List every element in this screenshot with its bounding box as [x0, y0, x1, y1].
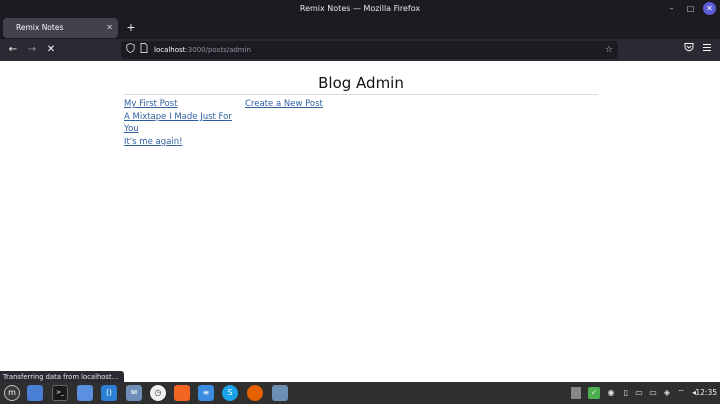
url-host: localhost — [154, 46, 186, 54]
vscode-icon[interactable]: ⟨⟩ — [101, 385, 117, 401]
stop-loading-button[interactable]: ✕ — [43, 42, 59, 58]
tracking-shield-icon[interactable] — [124, 43, 136, 57]
terminal-icon[interactable]: >_ — [52, 385, 68, 401]
folder-icon[interactable] — [77, 385, 93, 401]
maximize-button[interactable]: □ — [684, 2, 697, 15]
drive-tray-icon[interactable]: ▭ — [648, 387, 658, 399]
shield-tray-icon[interactable]: ◈ — [662, 387, 672, 399]
new-tab-button[interactable]: + — [124, 18, 138, 38]
vpn-tray-icon[interactable]: ◉ — [606, 387, 616, 399]
notes-tray-icon[interactable]: ▭ — [634, 387, 644, 399]
screenshot-icon[interactable] — [272, 385, 288, 401]
clipboard-tray-icon[interactable] — [571, 387, 581, 399]
brave-icon[interactable] — [174, 385, 190, 401]
url-text[interactable]: localhost:3000/posts/admin — [154, 41, 251, 59]
firefox-icon[interactable] — [247, 385, 263, 401]
wifi-icon[interactable]: ⌔ — [676, 387, 686, 399]
tab-strip: Remix Notes ✕ + — [0, 17, 720, 39]
files-icon[interactable] — [27, 385, 43, 401]
forward-button[interactable]: → — [24, 42, 40, 58]
timeshift-icon[interactable]: ◷ — [150, 385, 166, 401]
url-path: :3000/posts/admin — [185, 46, 252, 54]
post-list: My First Post A Mixtape I Made Just For … — [124, 98, 234, 148]
page-title: Blog Admin — [124, 73, 598, 95]
back-button[interactable]: ← — [5, 42, 21, 58]
mint-menu-icon[interactable]: m — [4, 385, 20, 401]
pocket-icon[interactable] — [681, 42, 697, 58]
navigation-toolbar: ← → ✕ localhost:3000/posts/admin ☆ — [0, 39, 720, 61]
page-content: Blog Admin My First Post A Mixtape I Mad… — [0, 61, 720, 382]
create-post-link[interactable]: Create a New Post — [245, 98, 323, 111]
taskbar: m >_ ⟨⟩ ✉ ◷ ≡ S ✓ ◉ ▯ ▭ ▭ ◈ ⌔ ◂ 12:35 — [0, 382, 720, 404]
tab-label: Remix Notes — [16, 23, 64, 32]
page-info-icon[interactable] — [138, 43, 150, 57]
clock[interactable]: 12:35 — [695, 382, 717, 404]
url-bar[interactable]: localhost:3000/posts/admin ☆ — [121, 41, 618, 59]
tab-remix-notes[interactable]: Remix Notes ✕ — [3, 18, 118, 38]
post-link[interactable]: It's me again! — [124, 136, 234, 149]
post-link[interactable]: My First Post — [124, 98, 234, 111]
window-titlebar: Remix Notes — Mozilla Firefox – □ ✕ — [0, 0, 720, 17]
post-link[interactable]: A Mixtape I Made Just For You — [124, 111, 234, 136]
update-manager-icon[interactable]: ✓ — [588, 387, 600, 399]
bookmark-star-icon[interactable]: ☆ — [603, 43, 615, 57]
window-title: Remix Notes — Mozilla Firefox — [299, 4, 421, 13]
mail-icon[interactable]: ✉ — [126, 385, 142, 401]
battery-icon[interactable]: ▯ — [621, 387, 631, 399]
tab-close-icon[interactable]: ✕ — [106, 18, 113, 38]
text-editor-icon[interactable]: ≡ — [198, 385, 214, 401]
close-window-button[interactable]: ✕ — [703, 2, 716, 15]
skype-icon[interactable]: S — [222, 385, 238, 401]
app-menu-icon[interactable] — [699, 42, 715, 58]
minimize-button[interactable]: – — [665, 2, 678, 15]
